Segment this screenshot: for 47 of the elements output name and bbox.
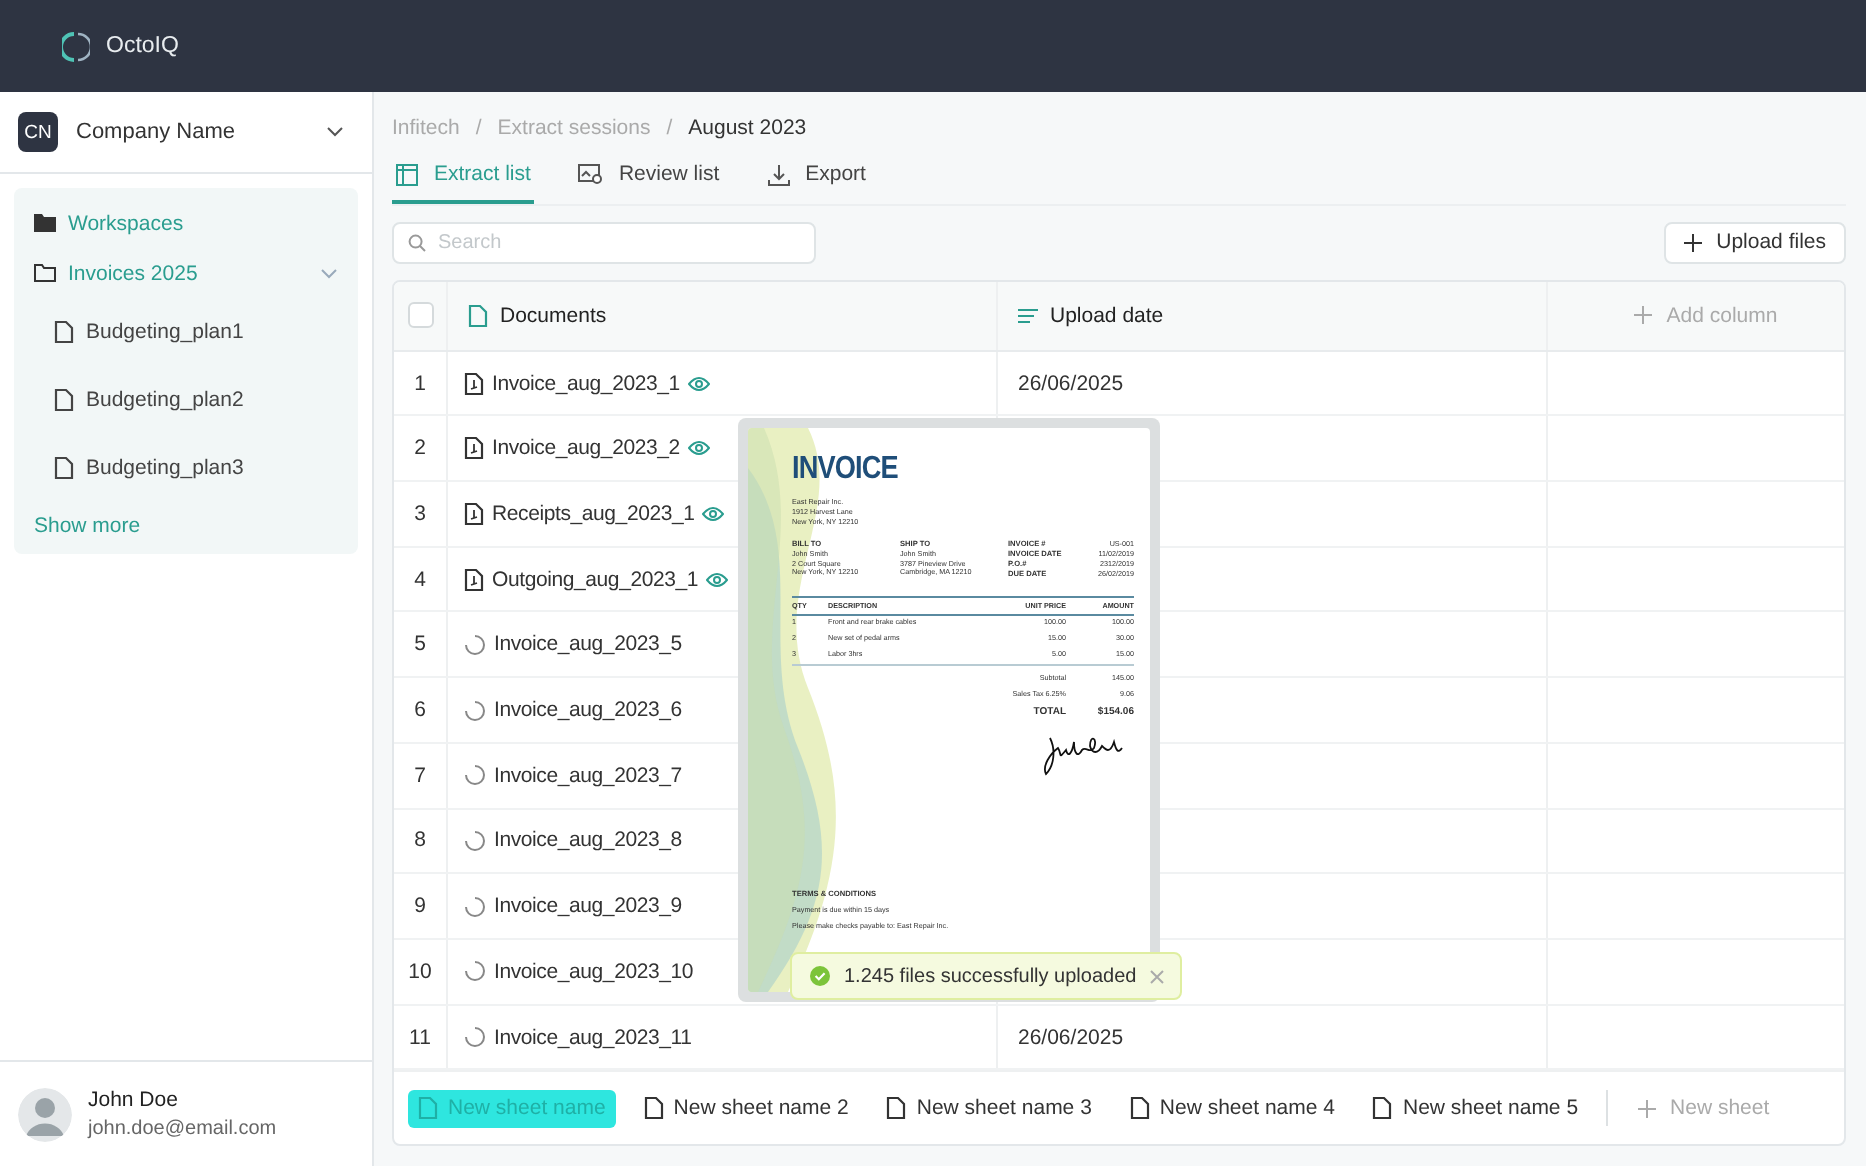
document-name[interactable]: Receipts_aug_2023_1 — [492, 501, 695, 526]
sheet-tab[interactable]: New sheet name 2 — [633, 1089, 859, 1128]
user-email: john.doe@email.com — [88, 1118, 277, 1140]
row-number: 6 — [414, 698, 426, 723]
nav-item[interactable]: Budgeting_plan3 — [86, 456, 338, 480]
breadcrumb-separator: / — [666, 116, 673, 144]
document-name[interactable]: Invoice_aug_2023_8 — [494, 828, 682, 853]
row-number: 10 — [408, 959, 432, 984]
document-name[interactable]: Invoice_aug_2023_7 — [494, 763, 682, 788]
document-name[interactable]: Outgoing_aug_2023_1 — [492, 567, 699, 592]
document-name[interactable]: Invoice_aug_2023_9 — [494, 894, 682, 919]
row-number: 7 — [414, 763, 426, 788]
toast-message: 1.245 files successfully uploaded — [844, 965, 1137, 987]
upload-files-button[interactable]: Upload files — [1664, 221, 1846, 263]
breadcrumb-separator: / — [475, 116, 482, 144]
table-cell: 26/06/2025 — [1018, 1025, 1124, 1050]
row-number: 11 — [409, 1025, 431, 1050]
breadcrumb-item: August 2023 — [688, 116, 807, 144]
row-number: 3 — [414, 501, 426, 526]
sheet-tab[interactable]: New sheet name 3 — [876, 1089, 1102, 1128]
user-name: John Doe — [88, 1088, 180, 1112]
document-name[interactable]: Invoice_aug_2023_10 — [494, 959, 694, 984]
row-number: 5 — [414, 632, 426, 657]
tab[interactable]: Export — [763, 152, 870, 204]
company-avatar: CN — [18, 112, 58, 152]
nav-item[interactable]: Budgeting_plan2 — [86, 388, 338, 412]
document-name[interactable]: Invoice_aug_2023_11 — [494, 1025, 692, 1050]
app-name: OctoIQ — [106, 34, 179, 58]
row-number: 8 — [414, 828, 426, 853]
document-name[interactable]: Invoice_aug_2023_5 — [494, 632, 682, 657]
table-cell: 26/06/2025 — [1018, 371, 1124, 396]
document-name[interactable]: Invoice_aug_2023_1 — [492, 371, 680, 396]
tab[interactable]: Review list — [574, 152, 724, 204]
nav-item[interactable]: Budgeting_plan1 — [86, 320, 338, 344]
document-name[interactable]: Invoice_aug_2023_2 — [492, 436, 680, 461]
column-header: Documents — [500, 303, 607, 328]
row-number: 1 — [414, 371, 426, 396]
column-header: Upload date — [1050, 303, 1164, 328]
sheet-tab[interactable]: New sheet name 4 — [1119, 1089, 1345, 1128]
row-number: 4 — [414, 567, 426, 592]
document-name[interactable]: Invoice_aug_2023_6 — [494, 698, 682, 723]
search-field[interactable]: Search — [392, 221, 816, 263]
row-number: 2 — [414, 436, 426, 461]
company-name: Company Name — [76, 120, 237, 144]
invoice-title: INVOICE — [792, 454, 900, 486]
sheet-tab[interactable]: New sheet name 5 — [1362, 1089, 1589, 1128]
row-number: 9 — [414, 894, 426, 919]
